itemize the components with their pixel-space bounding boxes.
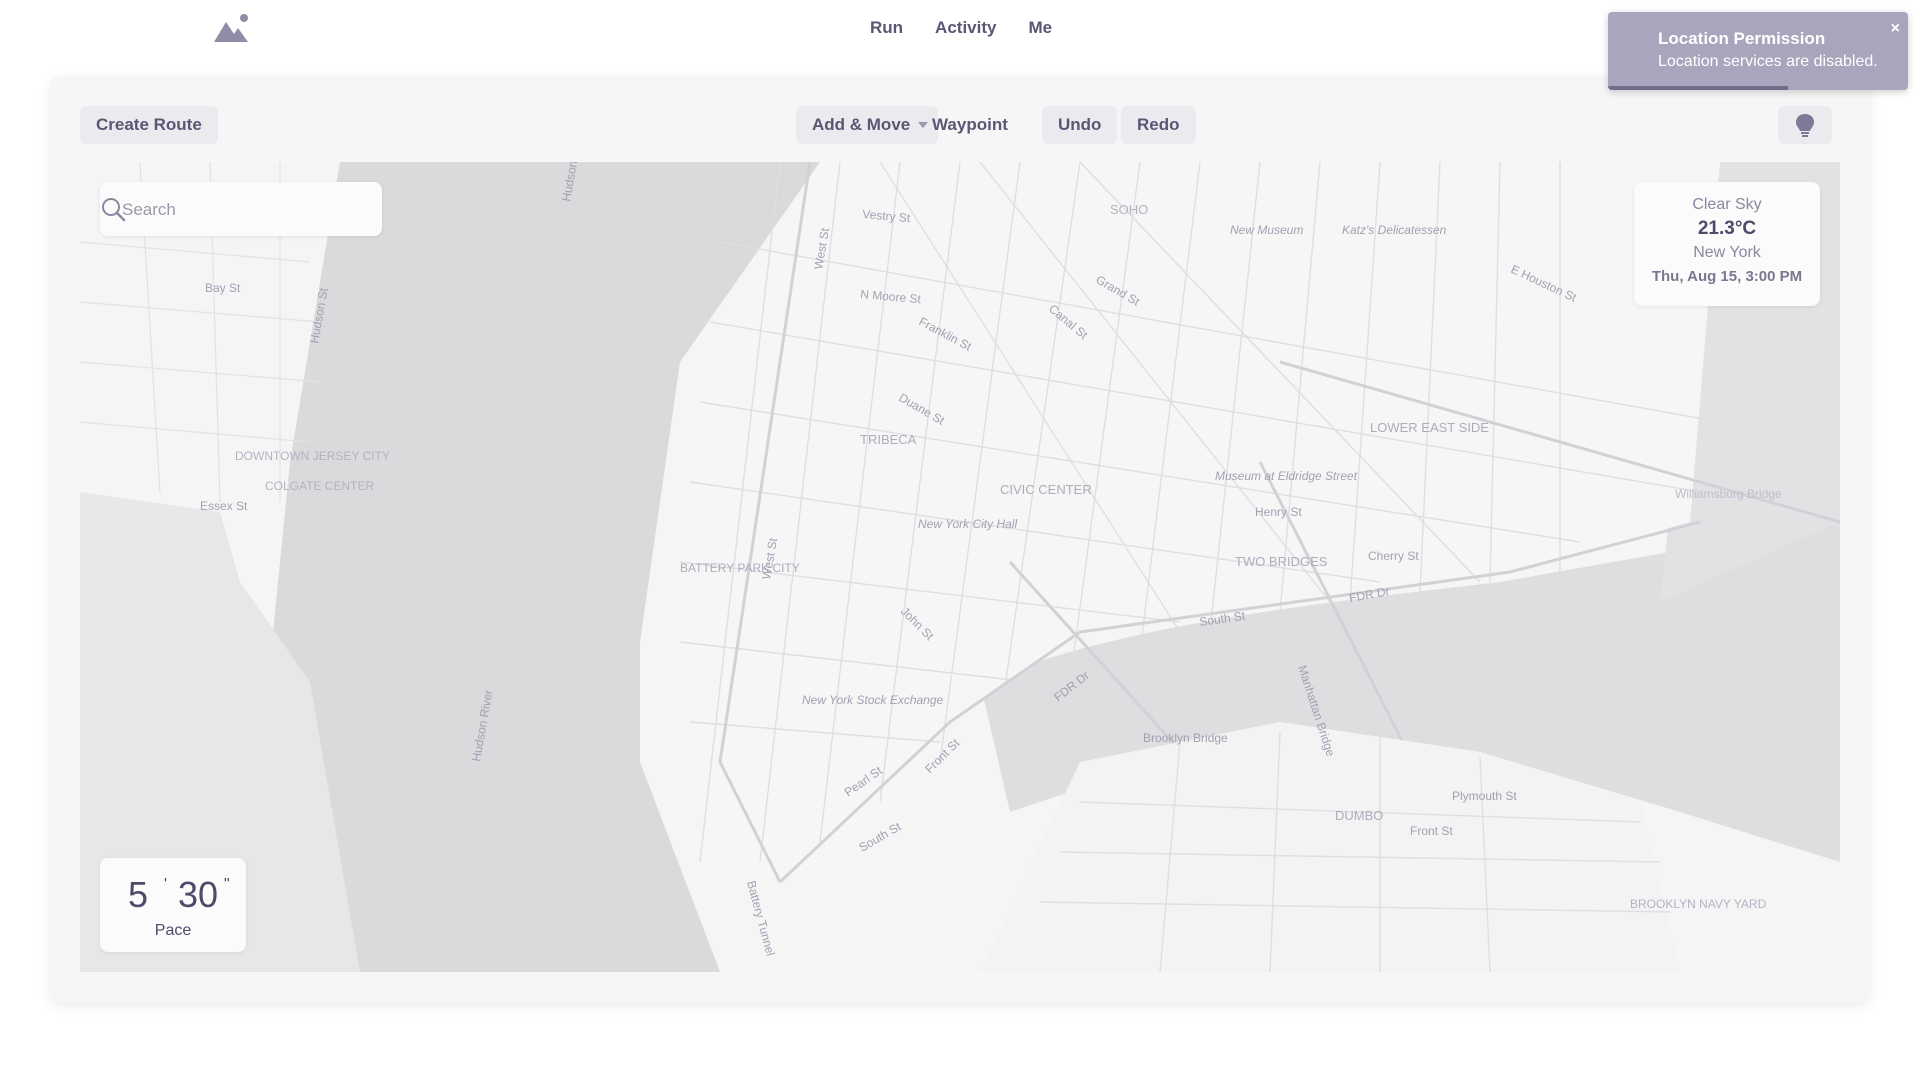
location-permission-toast: Location Permission Location services ar…: [1608, 12, 1908, 90]
pace-minutes: 5: [128, 874, 149, 915]
toast-progress-bar: [1608, 86, 1788, 90]
add-move-label: Add & Move: [812, 115, 911, 134]
route-editor-panel: Create Route Add & Move Waypoint Undo Re…: [50, 76, 1870, 1002]
weather-city: New York: [1693, 244, 1761, 261]
lightbulb-button[interactable]: [1778, 106, 1832, 144]
redo-button[interactable]: Redo: [1121, 106, 1196, 144]
toast-title: Location Permission: [1658, 29, 1826, 48]
pace-card[interactable]: 5 ' 30 " Pace: [100, 858, 246, 952]
weather-datetime: Thu, Aug 15, 3:00 PM: [1651, 268, 1803, 285]
pace-minute-mark: ': [164, 876, 168, 893]
weather-condition: Clear Sky: [1692, 196, 1762, 213]
pace-second-mark: ": [224, 876, 230, 893]
nav-me[interactable]: Me: [1028, 18, 1052, 38]
weather-card: Clear Sky 21.3°C New York Thu, Aug 15, 3…: [1634, 182, 1820, 306]
map-canvas[interactable]: Hudson River Hudson River TRIBECA SOHO C…: [80, 162, 1840, 972]
search-icon[interactable]: [100, 196, 126, 222]
lightbulb-icon: [1796, 114, 1814, 137]
mountain-logo-icon[interactable]: [212, 12, 252, 44]
undo-button[interactable]: Undo: [1042, 106, 1118, 144]
weather-temperature: 21.3°C: [1697, 218, 1757, 239]
waypoint-label[interactable]: Waypoint: [932, 106, 1008, 144]
pace-seconds: 30: [178, 874, 219, 915]
main-nav: Run Activity Me: [870, 18, 1052, 38]
nav-activity[interactable]: Activity: [935, 18, 996, 38]
search-box: [100, 182, 382, 236]
pace-label: Pace: [154, 922, 192, 939]
search-input[interactable]: [120, 194, 324, 226]
nav-run[interactable]: Run: [870, 18, 903, 38]
create-route-button[interactable]: Create Route: [80, 106, 218, 144]
close-icon[interactable]: ×: [1891, 20, 1900, 38]
toast-message: Location services are disabled.: [1658, 53, 1878, 70]
chevron-down-icon: [918, 122, 929, 128]
add-move-dropdown[interactable]: Add & Move: [796, 106, 939, 144]
